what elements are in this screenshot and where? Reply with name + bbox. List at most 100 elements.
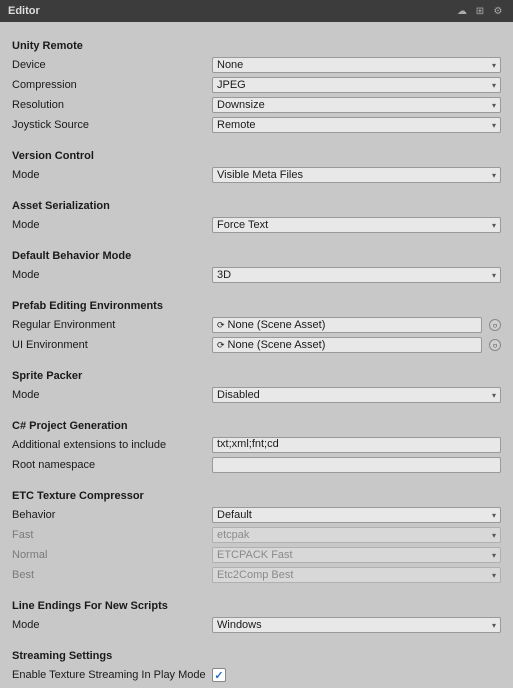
vc-mode-select-text: Visible Meta Files	[217, 169, 303, 181]
etc-best-row: Best Etc2Comp Best ▾	[12, 566, 501, 584]
namespace-label: Root namespace	[12, 459, 212, 471]
etc-best-arrow-icon: ▾	[492, 571, 496, 580]
etc-behavior-select[interactable]: Default ▾	[212, 507, 501, 523]
regular-env-value: ⟳ None (Scene Asset) ○	[212, 317, 501, 333]
texture-streaming-label: Enable Texture Streaming In Play Mode	[12, 669, 212, 681]
compression-label: Compression	[12, 79, 212, 91]
title-bar-icons: ☁ ⊞ ⚙	[455, 4, 505, 18]
ui-env-value: ⟳ None (Scene Asset) ○	[212, 337, 501, 353]
editor-content: Unity Remote Device None ▾ Compression J…	[0, 22, 513, 688]
le-mode-select[interactable]: Windows ▾	[212, 617, 501, 633]
etc-normal-value: ETCPACK Fast ▾	[212, 547, 501, 563]
namespace-value	[212, 457, 501, 473]
etc-behavior-value: Default ▾	[212, 507, 501, 523]
etc-behavior-text: Default	[217, 509, 252, 521]
as-mode-select-text: Force Text	[217, 219, 268, 231]
resolution-select[interactable]: Downsize ▾	[212, 97, 501, 113]
sp-mode-value: Disabled ▾	[212, 387, 501, 403]
resolution-row: Resolution Downsize ▾	[12, 96, 501, 114]
etc-normal-label: Normal	[12, 549, 212, 561]
namespace-input[interactable]	[212, 457, 501, 473]
extensions-input[interactable]: txt;xml;fnt;cd	[212, 437, 501, 453]
as-mode-arrow-icon: ▾	[492, 221, 496, 230]
window-title: Editor	[8, 5, 40, 17]
sp-mode-label: Mode	[12, 389, 212, 401]
etc-texture-header: ETC Texture Compressor	[12, 490, 501, 502]
version-control-header: Version Control	[12, 150, 501, 162]
as-mode-select[interactable]: Force Text ▾	[212, 217, 501, 233]
gear-icon[interactable]: ⚙	[491, 4, 505, 18]
ui-env-label: UI Environment	[12, 339, 212, 351]
texture-streaming-value: ✓	[212, 668, 501, 682]
joystick-label: Joystick Source	[12, 119, 212, 131]
ui-env-field: ⟳ None (Scene Asset) ○	[212, 337, 501, 353]
cloud-icon[interactable]: ☁	[455, 4, 469, 18]
joystick-row: Joystick Source Remote ▾	[12, 116, 501, 134]
default-behavior-header: Default Behavior Mode	[12, 250, 501, 262]
etc-normal-select[interactable]: ETCPACK Fast ▾	[212, 547, 501, 563]
joystick-arrow-icon: ▾	[492, 121, 496, 130]
ui-env-circle-button[interactable]: ○	[489, 339, 501, 351]
as-mode-label: Mode	[12, 219, 212, 231]
sp-mode-select-text: Disabled	[217, 389, 260, 401]
regular-env-input[interactable]: ⟳ None (Scene Asset)	[212, 317, 482, 333]
layout-icon[interactable]: ⊞	[473, 4, 487, 18]
extensions-value: txt;xml;fnt;cd	[212, 437, 501, 453]
as-mode-row: Mode Force Text ▾	[12, 216, 501, 234]
etc-behavior-label: Behavior	[12, 509, 212, 521]
etc-fast-value: etcpak ▾	[212, 527, 501, 543]
le-mode-arrow-icon: ▾	[492, 621, 496, 630]
sp-mode-arrow-icon: ▾	[492, 391, 496, 400]
texture-streaming-row: Enable Texture Streaming In Play Mode ✓	[12, 666, 501, 684]
device-value: None ▾	[212, 57, 501, 73]
csharp-generation-header: C# Project Generation	[12, 420, 501, 432]
etc-fast-row: Fast etcpak ▾	[12, 526, 501, 544]
device-row: Device None ▾	[12, 56, 501, 74]
etc-fast-label: Fast	[12, 529, 212, 541]
resolution-value: Downsize ▾	[212, 97, 501, 113]
etc-best-label: Best	[12, 569, 212, 581]
regular-env-circle-button[interactable]: ○	[489, 319, 501, 331]
etc-best-text: Etc2Comp Best	[217, 569, 293, 581]
title-bar: Editor ☁ ⊞ ⚙	[0, 0, 513, 22]
ui-env-icon: ⟳	[217, 340, 225, 351]
vc-mode-select[interactable]: Visible Meta Files ▾	[212, 167, 501, 183]
namespace-row: Root namespace	[12, 456, 501, 474]
le-mode-label: Mode	[12, 619, 212, 631]
etc-fast-text: etcpak	[217, 529, 249, 541]
le-mode-value: Windows ▾	[212, 617, 501, 633]
db-mode-value: 3D ▾	[212, 267, 501, 283]
regular-env-field: ⟳ None (Scene Asset) ○	[212, 317, 501, 333]
unity-remote-header: Unity Remote	[12, 40, 501, 52]
regular-env-icon: ⟳	[217, 320, 225, 331]
ui-env-input[interactable]: ⟳ None (Scene Asset)	[212, 337, 482, 353]
db-mode-arrow-icon: ▾	[492, 271, 496, 280]
line-endings-header: Line Endings For New Scripts	[12, 600, 501, 612]
sp-mode-row: Mode Disabled ▾	[12, 386, 501, 404]
vc-mode-arrow-icon: ▾	[492, 171, 496, 180]
etc-normal-arrow-icon: ▾	[492, 551, 496, 560]
etc-fast-arrow-icon: ▾	[492, 531, 496, 540]
sp-mode-select[interactable]: Disabled ▾	[212, 387, 501, 403]
streaming-settings-header: Streaming Settings	[12, 650, 501, 662]
etc-best-select[interactable]: Etc2Comp Best ▾	[212, 567, 501, 583]
asset-serialization-header: Asset Serialization	[12, 200, 501, 212]
texture-streaming-checkbox[interactable]: ✓	[212, 668, 226, 682]
extensions-label: Additional extensions to include	[12, 439, 212, 451]
joystick-select[interactable]: Remote ▾	[212, 117, 501, 133]
joystick-select-text: Remote	[217, 119, 256, 131]
compression-select-text: JPEG	[217, 79, 246, 91]
compression-row: Compression JPEG ▾	[12, 76, 501, 94]
compression-select[interactable]: JPEG ▾	[212, 77, 501, 93]
device-select-text: None	[217, 59, 243, 71]
etc-fast-select[interactable]: etcpak ▾	[212, 527, 501, 543]
db-mode-select[interactable]: 3D ▾	[212, 267, 501, 283]
device-select[interactable]: None ▾	[212, 57, 501, 73]
extensions-row: Additional extensions to include txt;xml…	[12, 436, 501, 454]
as-mode-value: Force Text ▾	[212, 217, 501, 233]
regular-env-text: None (Scene Asset)	[228, 319, 326, 331]
db-mode-row: Mode 3D ▾	[12, 266, 501, 284]
prefab-editing-header: Prefab Editing Environments	[12, 300, 501, 312]
compression-value: JPEG ▾	[212, 77, 501, 93]
db-mode-select-text: 3D	[217, 269, 231, 281]
